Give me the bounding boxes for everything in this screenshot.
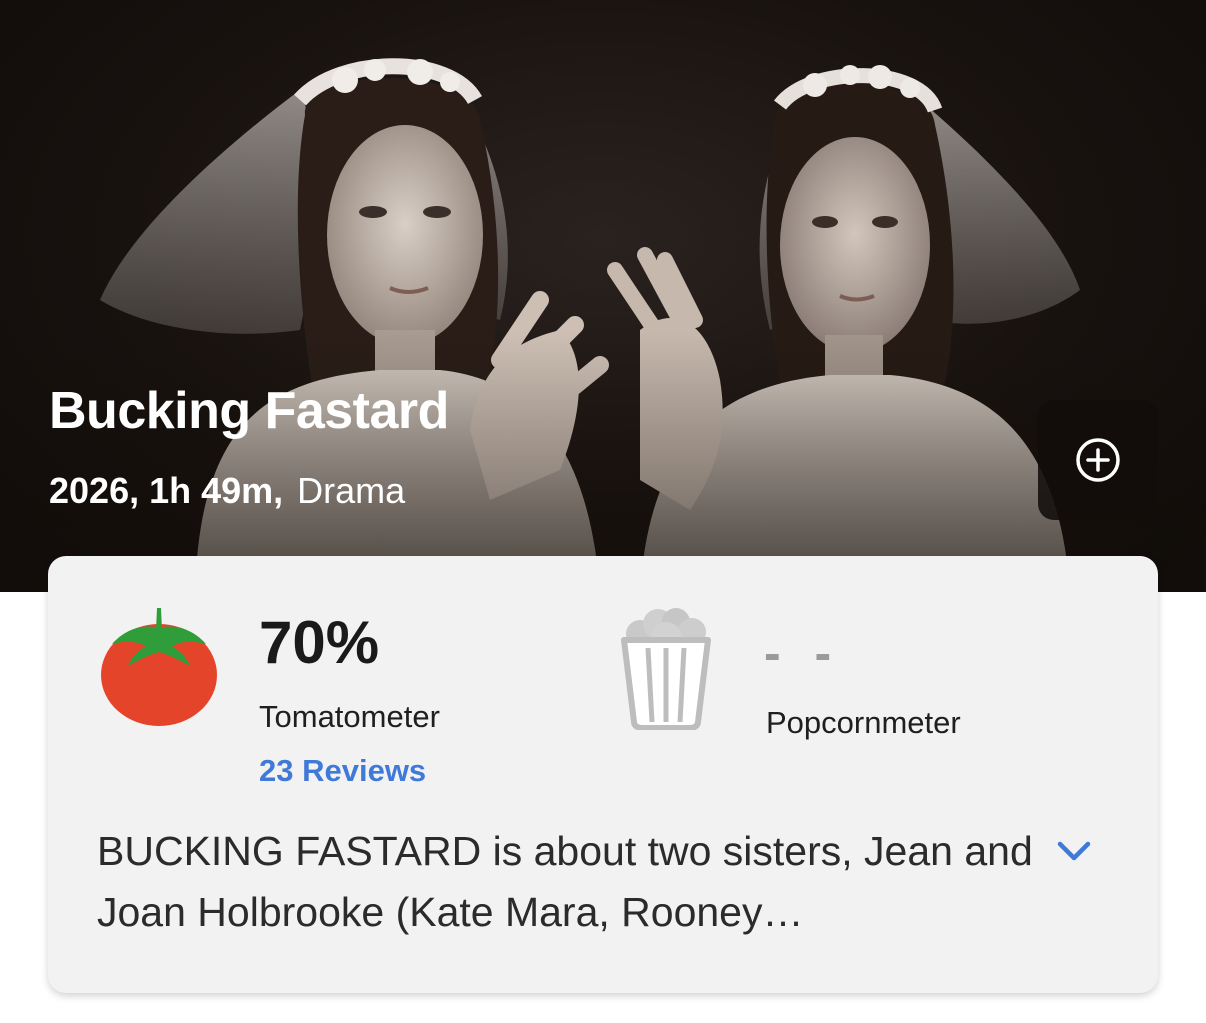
hero-banner: Bucking Fastard 2026, 1h 49m, Drama <box>0 0 1206 592</box>
popcorn-bucket-icon <box>621 608 711 730</box>
reviews-count-link[interactable]: 23 Reviews <box>259 753 426 789</box>
tomatometer-score: 70% <box>259 609 380 676</box>
tomatometer-label: Tomatometer <box>259 699 440 734</box>
synopsis-text[interactable]: BUCKING FASTARD is about two sisters, Je… <box>97 821 1037 943</box>
plus-circle-icon <box>1076 438 1120 482</box>
chevron-down-icon <box>1057 841 1091 861</box>
popcornmeter-label: Popcornmeter <box>766 705 961 740</box>
add-to-watchlist-button[interactable] <box>1038 400 1158 520</box>
genre: Drama <box>297 470 406 511</box>
score-card: 70% Tomatometer 23 Reviews - - Popcornme… <box>48 556 1158 993</box>
movie-title: Bucking Fastard <box>49 382 449 440</box>
movie-meta: 2026, 1h 49m, Drama <box>49 470 405 512</box>
hero-gradient-overlay <box>0 332 1206 592</box>
tomato-icon <box>101 608 217 726</box>
year-runtime: 2026, 1h 49m, <box>49 470 284 511</box>
popcornmeter-score: - - <box>764 625 842 681</box>
expand-synopsis-button[interactable] <box>1054 834 1094 868</box>
